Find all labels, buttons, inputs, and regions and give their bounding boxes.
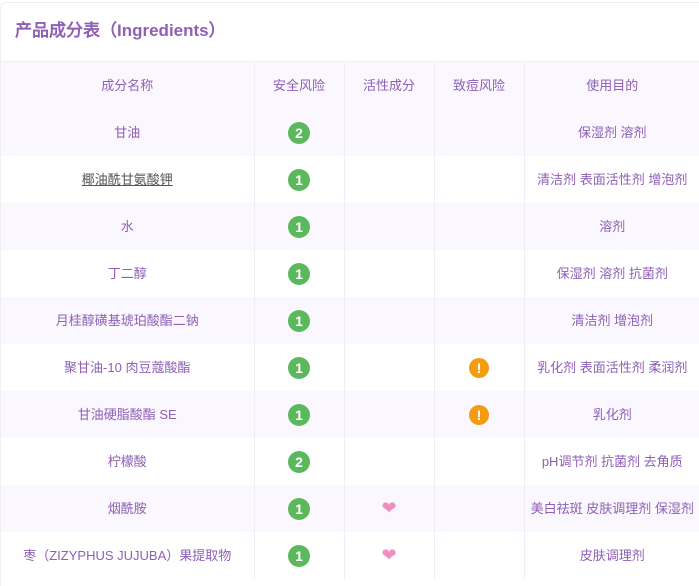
acne-cell [434,485,525,532]
purpose-cell: 保湿剂 溶剂 [577,124,647,140]
header-safety: 安全风险 [254,62,345,109]
purpose-cell: 乳化剂 [592,406,632,422]
acne-cell [434,156,525,203]
safety-badge: 1 [288,497,310,520]
safety-badge: 1 [288,544,310,567]
acne-cell [434,532,525,579]
safety-cell: 1 [254,203,345,250]
active-cell: ❤ [344,532,435,579]
ingredient-name-cell: 柠檬酸 [1,438,255,485]
active-cell [344,438,435,485]
safety-badge: 1 [288,356,310,379]
table-row: 柠檬酸 2 pH调节剂 抗菌剂 去角质 [1,438,699,485]
ingredient-name[interactable]: 椰油酰甘氨酸钾 [82,172,173,187]
safety-cell: 1 [254,344,345,391]
purpose-cell: 清洁剂 表面活性剂 增泡剂 [537,171,688,187]
safety-badge: 2 [288,121,310,144]
safety-cell: 1 [254,532,345,579]
ingredients-table: 成分名称 安全风险 活性成分 致痘风险 使用目的 甘油 2 保湿剂 溶剂椰油酰甘氨酸… [1,62,699,579]
active-cell [344,250,435,297]
page-title: 产品成分表（Ingredients） [1,3,699,62]
table-row: 椰油酰甘氨酸钾 1 清洁剂 表面活性剂 增泡剂 [1,156,699,203]
ingredient-name-cell: 椰油酰甘氨酸钾 [1,156,255,203]
ingredient-name: 月桂醇磺基琥珀酸酯二钠 [55,312,199,328]
safety-badge: 2 [288,450,310,473]
acne-cell [434,109,525,156]
header-active: 活性成分 [344,62,435,109]
safety-cell: 2 [254,109,345,156]
active-cell [344,391,435,438]
purpose-cell: 清洁剂 增泡剂 [571,312,654,328]
acne-cell [434,297,525,344]
exclamation-icon: ! [469,357,489,378]
table-row: 甘油 2 保湿剂 溶剂 [1,109,699,156]
active-cell: ❤ [344,485,435,532]
ingredient-name-cell: 甘油硬脂酸酯 SE [1,391,255,438]
table-row: 甘油硬脂酸酯 SE 1! 乳化剂 [1,391,699,438]
acne-cell: ! [434,344,525,391]
ingredient-name-cell: 甘油 [1,109,255,156]
ingredients-card: 产品成分表（Ingredients） 成分名称 安全风险 活性成分 致痘风险 使… [0,2,699,586]
safety-badge: 1 [288,215,310,238]
acne-cell [434,203,525,250]
ingredient-name-cell: 水 [1,203,255,250]
ingredient-name: 甘油 [114,124,141,140]
safety-cell: 1 [254,391,345,438]
ingredient-name: 聚甘油-10 肉豆蔻酸酯 [64,359,191,375]
active-cell [344,156,435,203]
purpose-cell: 皮肤调理剂 [579,547,645,563]
purpose-cell: 溶剂 [599,218,626,234]
purpose-cell: 美白祛斑 皮肤调理剂 保湿剂 [530,500,694,516]
table-row: 丁二醇 1 保湿剂 溶剂 抗菌剂 [1,250,699,297]
active-cell [344,344,435,391]
active-cell [344,203,435,250]
ingredient-name: 丁二醇 [107,265,147,281]
table-row: 月桂醇磺基琥珀酸酯二钠 1 清洁剂 增泡剂 [1,297,699,344]
safety-cell: 1 [254,485,345,532]
purpose-cell: 乳化剂 表面活性剂 柔润剂 [537,359,688,375]
ingredient-name-cell: 聚甘油-10 肉豆蔻酸酯 [1,344,255,391]
table-row: 水 1 溶剂 [1,203,699,250]
heart-icon: ❤ [381,497,397,518]
safety-cell: 2 [254,438,345,485]
safety-cell: 1 [254,250,345,297]
ingredient-name-cell: 月桂醇磺基琥珀酸酯二钠 [1,297,255,344]
ingredient-name: 水 [120,218,134,234]
purpose-cell: pH调节剂 抗菌剂 去角质 [541,453,683,469]
safety-cell: 1 [254,156,345,203]
table-row: 烟酰胺 1 ❤ 美白祛斑 皮肤调理剂 保湿剂 [1,485,699,532]
ingredient-name-cell: 枣（ZIZYPHUS JUJUBA）果提取物 [1,532,255,579]
safety-badge: 1 [288,403,310,426]
acne-cell [434,250,525,297]
table-row: 枣（ZIZYPHUS JUJUBA）果提取物 1 ❤ 皮肤调理剂 [1,532,699,579]
ingredient-name: 烟酰胺 [107,500,147,516]
purpose-cell: 保湿剂 溶剂 抗菌剂 [556,265,668,281]
acne-cell: ! [434,391,525,438]
active-cell [344,297,435,344]
acne-cell [434,438,525,485]
active-cell [344,109,435,156]
header-purpose: 使用目的 [586,77,639,93]
safety-cell: 1 [254,297,345,344]
safety-badge: 1 [288,168,310,191]
ingredient-name-cell: 丁二醇 [1,250,255,297]
heart-icon: ❤ [381,544,397,565]
safety-badge: 1 [288,262,310,285]
header-acne: 致痘风险 [434,62,525,109]
exclamation-icon: ! [469,404,489,425]
ingredient-name: 甘油硬脂酸酯 SE [77,406,177,422]
ingredient-name: 柠檬酸 [107,453,147,469]
table-row: 聚甘油-10 肉豆蔻酸酯 1! 乳化剂 表面活性剂 柔润剂 [1,344,699,391]
table-header: 成分名称 安全风险 活性成分 致痘风险 使用目的 [1,62,699,109]
safety-badge: 1 [288,309,310,332]
ingredient-name: 枣（ZIZYPHUS JUJUBA）果提取物 [23,547,232,563]
header-name: 成分名称 [1,62,255,109]
ingredient-name-cell: 烟酰胺 [1,485,255,532]
